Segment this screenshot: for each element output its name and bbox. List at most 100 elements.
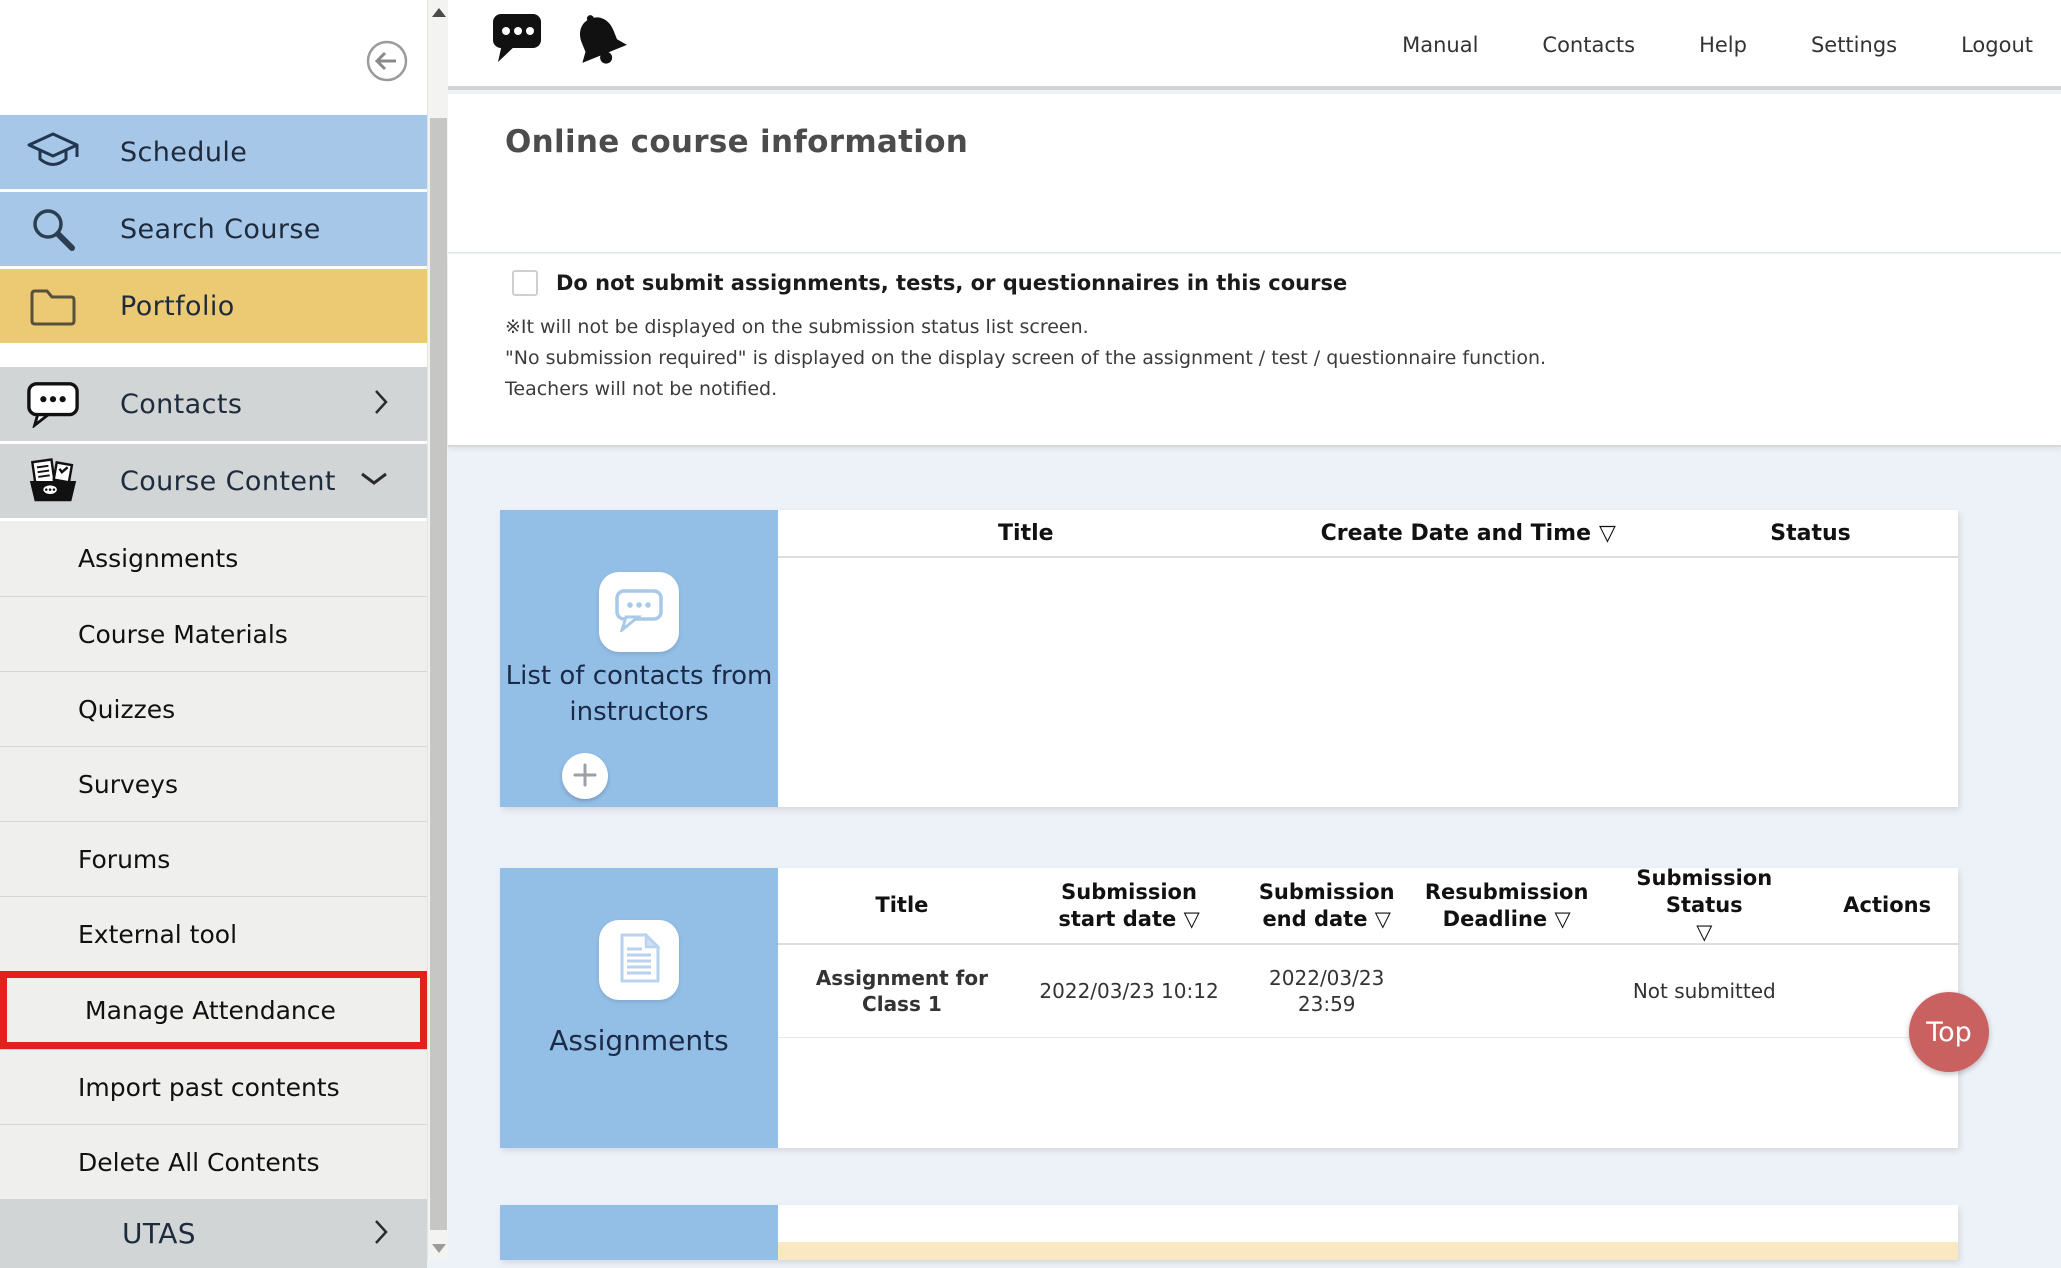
contacts-section-block: List of contacts from instructors: [500, 510, 778, 807]
next-section-block: [500, 1205, 778, 1260]
submission-option-panel: Do not submit assignments, tests, or que…: [448, 254, 2061, 447]
section-label: List of contacts from instructors: [500, 658, 778, 730]
scroll-to-top-button[interactable]: Top: [1909, 992, 1989, 1072]
page-title: Online course information: [505, 124, 968, 160]
sidebar-item-portfolio[interactable]: Portfolio: [0, 269, 427, 343]
contacts-table: Title Create Date and Time▽ Status: [778, 510, 1958, 807]
submission-start-cell: 2022/03/23 10:12: [1026, 945, 1233, 1037]
column-header-title: Title: [778, 868, 1026, 943]
scroll-down-button[interactable]: [428, 1236, 449, 1260]
bell-icon[interactable]: [566, 10, 632, 74]
nav-settings[interactable]: Settings: [1811, 33, 1897, 57]
sort-icon: ▽: [1184, 907, 1200, 931]
assignments-section-block: Assignments: [500, 868, 778, 1148]
graduation-cap-icon: [26, 127, 80, 177]
next-section-header: [778, 1205, 1958, 1242]
sidebar-item-schedule[interactable]: Schedule: [0, 115, 427, 189]
sidebar-item-contacts[interactable]: Contacts: [0, 367, 427, 441]
section-label: Assignments: [500, 1023, 778, 1059]
sidebar: Schedule Search Course Portfolio: [0, 0, 427, 1260]
chat-icon[interactable]: [492, 10, 544, 68]
nav-manual[interactable]: Manual: [1402, 33, 1478, 57]
assignment-title-cell[interactable]: Assignment for Class 1: [778, 945, 1026, 1037]
next-section-highlight-row: [778, 1242, 1958, 1260]
sidebar-item-utas[interactable]: UTAS: [0, 1199, 427, 1268]
submission-end-cell: 2022/03/23 23:59: [1232, 945, 1421, 1037]
sidebar-item-forums[interactable]: Forums: [0, 821, 427, 896]
sidebar-item-search-course[interactable]: Search Course: [0, 192, 427, 266]
sidebar-item-assignments[interactable]: Assignments: [0, 521, 427, 596]
column-header-actions: Actions: [1816, 868, 1958, 943]
sidebar-item-surveys[interactable]: Surveys: [0, 746, 427, 821]
scroll-down-icon: [432, 1244, 446, 1253]
assignments-table-header: Title Submission start date ▽ Submission…: [778, 868, 1958, 945]
column-header-title: Title: [778, 510, 1274, 556]
note-line: ※It will not be displayed on the submiss…: [505, 312, 1546, 343]
sidebar-item-label: Contacts: [120, 389, 242, 420]
heading-panel: Online course information: [448, 94, 2061, 253]
column-header-create-date[interactable]: Create Date and Time▽: [1274, 510, 1663, 556]
scroll-up-button[interactable]: [428, 0, 449, 24]
sidebar-item-delete-all-contents[interactable]: Delete All Contents: [0, 1124, 427, 1199]
sort-icon: ▽: [1375, 907, 1391, 931]
sidebar-collapse-button[interactable]: [364, 38, 410, 84]
assignments-section: Assignments Title Submission start date …: [500, 868, 1958, 1148]
nav-logout[interactable]: Logout: [1961, 33, 2033, 57]
note-line: "No submission required" is displayed on…: [505, 343, 1546, 374]
main-area: Manual Contacts Help Settings Logout Onl…: [448, 0, 2061, 1260]
sort-icon: ▽: [1696, 919, 1712, 946]
column-header-resubmission-deadline[interactable]: Resubmission Deadline ▽: [1421, 868, 1592, 943]
contacts-table-header: Title Create Date and Time▽ Status: [778, 510, 1958, 558]
sidebar-item-import-past-contents[interactable]: Import past contents: [0, 1049, 427, 1124]
course-content-submenu: Assignments Course Materials Quizzes Sur…: [0, 521, 427, 1199]
sidebar-item-quizzes[interactable]: Quizzes: [0, 671, 427, 746]
next-section-partial: [500, 1205, 1958, 1260]
column-header-submission-status[interactable]: Submission Status▽: [1592, 868, 1816, 943]
submission-status-cell: Not submitted: [1592, 945, 1816, 1037]
sort-icon: ▽: [1599, 521, 1616, 546]
sidebar-item-label: UTAS: [122, 1217, 196, 1250]
chevron-right-icon: [373, 1218, 389, 1250]
speech-bubble-icon: [26, 379, 80, 429]
do-not-submit-checkbox[interactable]: [512, 270, 538, 296]
plus-icon: [572, 762, 598, 791]
sidebar-item-manage-attendance[interactable]: Manage Attendance: [0, 971, 427, 1049]
column-header-submission-start[interactable]: Submission start date ▽: [1026, 868, 1233, 943]
column-header-submission-end[interactable]: Submission end date ▽: [1232, 868, 1421, 943]
top-nav: Manual Contacts Help Settings Logout: [1402, 0, 2033, 90]
document-icon: [618, 933, 660, 987]
top-bar: Manual Contacts Help Settings Logout: [448, 0, 2061, 90]
sidebar-menu: Schedule Search Course Portfolio: [0, 115, 427, 1268]
chevron-down-icon: [359, 471, 389, 491]
sidebar-item-label: Portfolio: [120, 291, 235, 322]
icon-card: [599, 920, 679, 1000]
assignments-table: Title Submission start date ▽ Submission…: [778, 868, 1958, 1148]
content-box-icon: [26, 456, 80, 506]
sidebar-item-label: Schedule: [120, 137, 247, 168]
chevron-right-icon: [373, 388, 389, 420]
icon-card: [599, 572, 679, 652]
scroll-up-icon: [432, 8, 446, 17]
scrollbar-thumb[interactable]: [430, 118, 447, 1230]
sort-icon: ▽: [1554, 907, 1570, 931]
assignment-row[interactable]: Assignment for Class 1 2022/03/23 10:12 …: [778, 945, 1958, 1038]
arrow-left-circle-icon: [364, 72, 410, 87]
speech-bubble-icon: [614, 588, 664, 636]
nav-help[interactable]: Help: [1699, 33, 1747, 57]
sidebar-item-external-tool[interactable]: External tool: [0, 896, 427, 971]
contacts-section: List of contacts from instructors Title …: [500, 510, 1958, 807]
do-not-submit-label: Do not submit assignments, tests, or que…: [556, 271, 1347, 295]
note-line: Teachers will not be notified.: [505, 374, 1546, 405]
add-contact-button[interactable]: [562, 753, 608, 799]
nav-contacts[interactable]: Contacts: [1542, 33, 1635, 57]
sidebar-item-course-content[interactable]: Course Content: [0, 444, 427, 518]
sidebar-scrollbar[interactable]: [427, 0, 448, 1260]
sidebar-item-label: Search Course: [120, 214, 321, 245]
column-header-status: Status: [1663, 510, 1958, 556]
resubmission-deadline-cell: [1421, 945, 1592, 1037]
submission-option-notes: ※It will not be displayed on the submiss…: [505, 312, 1546, 405]
folder-icon: [26, 281, 80, 331]
sidebar-item-label: Course Content: [120, 466, 336, 497]
sidebar-item-course-materials[interactable]: Course Materials: [0, 596, 427, 671]
search-icon: [26, 204, 80, 254]
